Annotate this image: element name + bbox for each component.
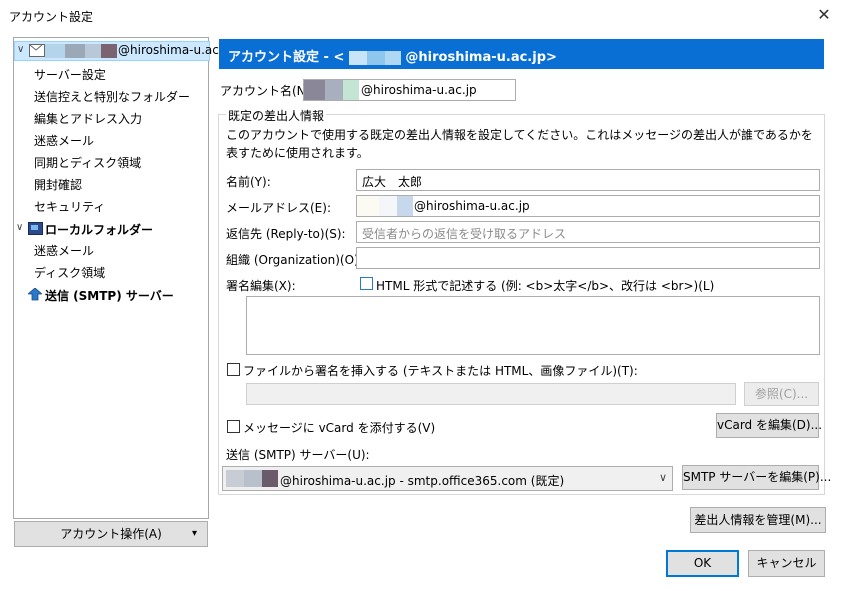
chevron-down-icon[interactable]: ∨ (17, 44, 24, 55)
account-actions-label: アカウント操作(A) (60, 527, 162, 541)
replyto-placeholder: 受信者からの返信を受け取るアドレス (362, 227, 567, 241)
chevron-down-icon: ∨ (658, 471, 667, 484)
dropdown-arrow-icon: ▾ (191, 528, 197, 539)
tree-item-sync[interactable]: 同期とディスク領域 (34, 154, 141, 171)
tree-item-local-junk[interactable]: 迷惑メール (34, 242, 94, 259)
header-domain: @hiroshima-u.ac.jp> (405, 50, 557, 65)
name-input[interactable]: 広大 太郎 (356, 169, 820, 191)
tree-item-server[interactable]: サーバー設定 (34, 66, 106, 83)
manage-identities-button[interactable]: 差出人情報を管理(M)... (690, 507, 826, 533)
email-input[interactable]: @hiroshima-u.ac.jp (356, 195, 820, 217)
title-bar: アカウント設定 ✕ (0, 0, 842, 31)
replyto-input[interactable]: 受信者からの返信を受け取るアドレス (356, 221, 820, 243)
send-server-icon (26, 287, 44, 304)
smtp-value: @hiroshima-u.ac.jp - smtp.office365.com … (280, 474, 565, 488)
identity-description: このアカウントで使用する既定の差出人情報を設定してください。これはメッセージの差… (226, 128, 813, 160)
tree-account[interactable]: ∨ @hiroshima-u.ac.jp (14, 41, 234, 61)
file-signature-checkbox[interactable] (227, 363, 240, 376)
file-signature-label[interactable]: ファイルから署名を挿入する (テキストまたは HTML、画像ファイル)(T): (243, 362, 638, 379)
tree-smtp-label: 送信 (SMTP) サーバー (45, 289, 174, 303)
identity-group-title: 既定の差出人情報 (226, 107, 327, 124)
tree-item-receipts[interactable]: 開封確認 (34, 176, 82, 193)
tree-smtp[interactable]: 送信 (SMTP) サーバー (14, 286, 208, 304)
html-checkbox-label[interactable]: HTML 形式で記述する (例: <b>太字</b>、改行は <br>)(L) (376, 277, 714, 294)
smtp-label: 送信 (SMTP) サーバー(U): (226, 448, 370, 462)
mail-icon (29, 44, 45, 57)
tree-item-security[interactable]: セキュリティ (34, 198, 105, 215)
name-label: 名前(Y): (226, 175, 271, 189)
tree-item-copies[interactable]: 送信控えと特別なフォルダー (34, 88, 190, 105)
cancel-button[interactable]: キャンセル (748, 550, 825, 577)
org-label: 組織 (Organization)(O): (226, 253, 363, 267)
page-header: アカウント設定 - < @hiroshima-u.ac.jp> (219, 39, 824, 69)
tree-item-local-disk[interactable]: ディスク領域 (34, 264, 105, 281)
header-prefix: アカウント設定 - < (228, 50, 345, 65)
account-actions-button[interactable]: アカウント操作(A) ▾ (14, 521, 208, 547)
email-value: @hiroshima-u.ac.jp (414, 199, 530, 213)
redacted-username (45, 43, 117, 58)
smtp-edit-button[interactable]: SMTP サーバーを編集(P)... (682, 465, 831, 490)
tree-item-composition[interactable]: 編集とアドレス入力 (34, 110, 142, 127)
browse-button[interactable]: 参照(C)... (744, 382, 819, 406)
tree-account-label: @hiroshima-u.ac.jp (118, 43, 234, 57)
vcard-checkbox[interactable] (227, 420, 240, 433)
html-checkbox[interactable] (360, 277, 373, 290)
account-name-label: アカウント名(N): (220, 84, 315, 98)
chevron-down-icon[interactable]: ∨ (16, 222, 23, 233)
tree-local-folders[interactable]: ∨ ローカルフォルダー (14, 220, 208, 238)
tree-item-junk[interactable]: 迷惑メール (34, 132, 94, 149)
ok-button[interactable]: OK (666, 550, 739, 577)
smtp-select[interactable]: @hiroshima-u.ac.jp - smtp.office365.com … (222, 466, 673, 491)
tree-local-label: ローカルフォルダー (45, 223, 154, 237)
account-name-input[interactable]: @hiroshima-u.ac.jp (303, 79, 516, 101)
redacted-username (348, 50, 401, 65)
window-title: アカウント設定 (9, 10, 94, 24)
signature-textarea[interactable] (246, 296, 820, 355)
org-input[interactable] (356, 247, 820, 269)
replyto-label: 返信先 (Reply-to)(S): (226, 227, 346, 241)
signature-label: 署名編集(X): (226, 279, 296, 293)
email-label: メールアドレス(E): (226, 201, 331, 215)
vcard-edit-button[interactable]: vCard を編集(D)... (716, 413, 822, 438)
header-title: アカウント設定 - < @hiroshima-u.ac.jp> (228, 46, 557, 65)
computer-icon (28, 222, 43, 235)
account-tree: ∨ @hiroshima-u.ac.jp サーバー設定 送信控えと特別なフォルダ… (13, 37, 234, 519)
account-name-value: @hiroshima-u.ac.jp (361, 83, 477, 97)
close-icon[interactable]: ✕ (810, 3, 838, 27)
vcard-checkbox-label[interactable]: メッセージに vCard を添付する(V) (243, 419, 435, 436)
signature-file-path (246, 383, 736, 405)
